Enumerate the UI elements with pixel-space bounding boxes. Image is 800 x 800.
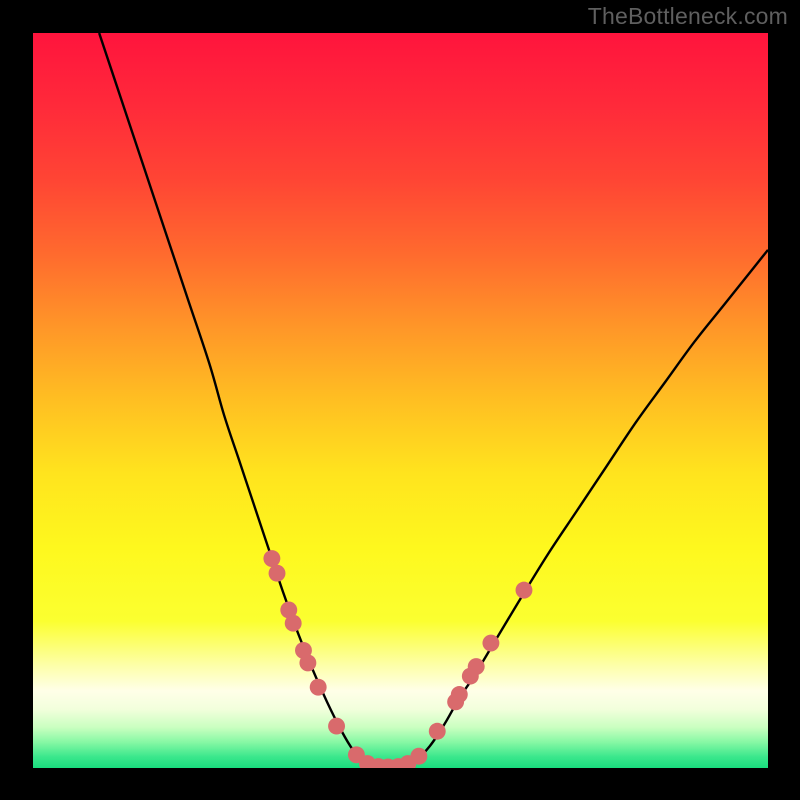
data-marker (429, 723, 446, 740)
data-marker (269, 565, 286, 582)
data-marker (451, 686, 468, 703)
bottleneck-curve (99, 33, 768, 767)
chart-frame: TheBottleneck.com (0, 0, 800, 800)
data-marker (410, 748, 427, 765)
series-group (99, 33, 768, 767)
data-marker (285, 615, 302, 632)
chart-svg (33, 33, 768, 768)
data-marker (310, 679, 327, 696)
data-marker (516, 582, 533, 599)
watermark-text: TheBottleneck.com (588, 3, 788, 30)
plot-area (33, 33, 768, 768)
data-marker (263, 550, 280, 567)
data-marker (299, 654, 316, 671)
data-marker (328, 718, 345, 735)
markers-group (263, 550, 532, 768)
data-marker (482, 635, 499, 652)
data-marker (468, 658, 485, 675)
